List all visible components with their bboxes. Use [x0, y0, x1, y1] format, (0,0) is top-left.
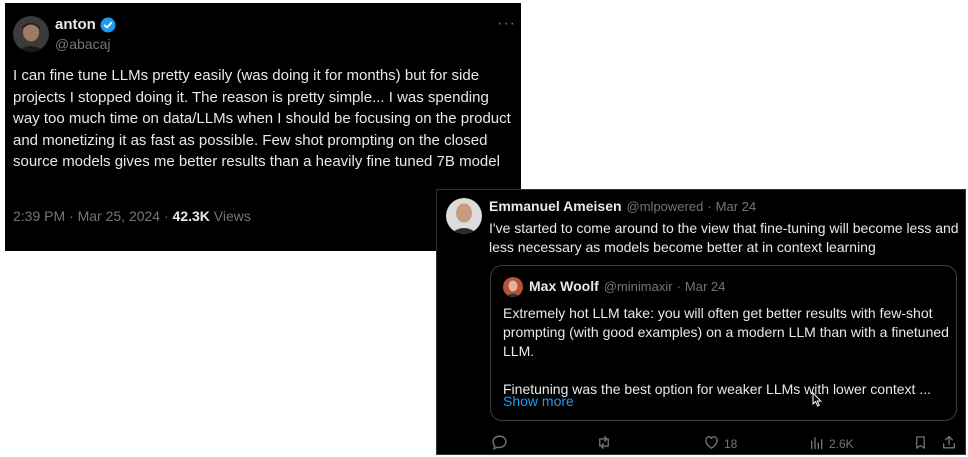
views-count: 2.6K — [829, 437, 854, 451]
author-name[interactable]: Emmanuel Ameisen — [489, 198, 622, 214]
tweet-text: I can fine tune LLMs pretty easily (was … — [13, 67, 511, 170]
retweet-icon — [595, 434, 613, 454]
avatar-max-woolf — [503, 277, 523, 297]
tweet-date[interactable]: Mar 25, 2024 — [78, 208, 161, 224]
author-handle[interactable]: @mlpowered — [627, 199, 704, 214]
tweet-text: I've started to come around to the view … — [489, 220, 959, 255]
tweet-time[interactable]: 2:39 PM — [13, 208, 65, 224]
tweet-date[interactable]: Mar 24 — [716, 199, 756, 214]
mouse-cursor-icon — [812, 391, 822, 412]
views-label: Views — [213, 208, 251, 224]
quoted-author-handle: @minimaxir — [603, 278, 673, 294]
quoted-text: Extremely hot LLM take: you will often g… — [503, 304, 949, 399]
reply-icon — [491, 434, 508, 454]
avatar-emmanuel[interactable] — [446, 198, 482, 234]
tweet-card-emmanuel[interactable]: Emmanuel Ameisen @mlpowered · Mar 24 I'v… — [436, 189, 966, 455]
author-row: anton — [55, 16, 116, 33]
view-count: 42.3K — [172, 208, 210, 224]
quoted-date: Mar 24 — [684, 278, 726, 294]
show-more-link[interactable]: Show more — [503, 393, 574, 409]
bookmark-button[interactable] — [913, 434, 928, 454]
reply-button[interactable] — [491, 434, 508, 454]
author-name[interactable]: anton — [55, 16, 96, 33]
heart-icon — [703, 434, 720, 454]
tweet-meta: 2:39 PM · Mar 25, 2024 · 42.3K Views — [13, 208, 251, 224]
verified-badge-icon — [100, 17, 116, 33]
quoted-author-row: Max Woolf @minimaxir · Mar 24 — [529, 278, 726, 294]
quoted-tweet[interactable]: Max Woolf @minimaxir · Mar 24 Extremely … — [490, 265, 957, 421]
author-row: Emmanuel Ameisen @mlpowered · Mar 24 — [489, 198, 757, 214]
share-icon — [941, 434, 957, 454]
avatar-anton[interactable] — [13, 16, 49, 52]
bookmark-icon — [913, 434, 928, 454]
share-button[interactable] — [941, 434, 957, 454]
like-button[interactable]: 18 — [703, 434, 737, 454]
bar-chart-icon — [809, 434, 825, 454]
like-count: 18 — [724, 437, 738, 451]
quoted-paragraph-1: Extremely hot LLM take: you will often g… — [503, 305, 949, 359]
retweet-button[interactable] — [595, 434, 613, 454]
views-button[interactable]: 2.6K — [809, 434, 854, 454]
action-bar: 18 2.6K — [437, 432, 967, 454]
author-handle[interactable]: @abacaj — [55, 36, 110, 52]
quoted-author-name: Max Woolf — [529, 278, 599, 294]
more-horizontal-icon[interactable]: ··· — [497, 15, 516, 33]
